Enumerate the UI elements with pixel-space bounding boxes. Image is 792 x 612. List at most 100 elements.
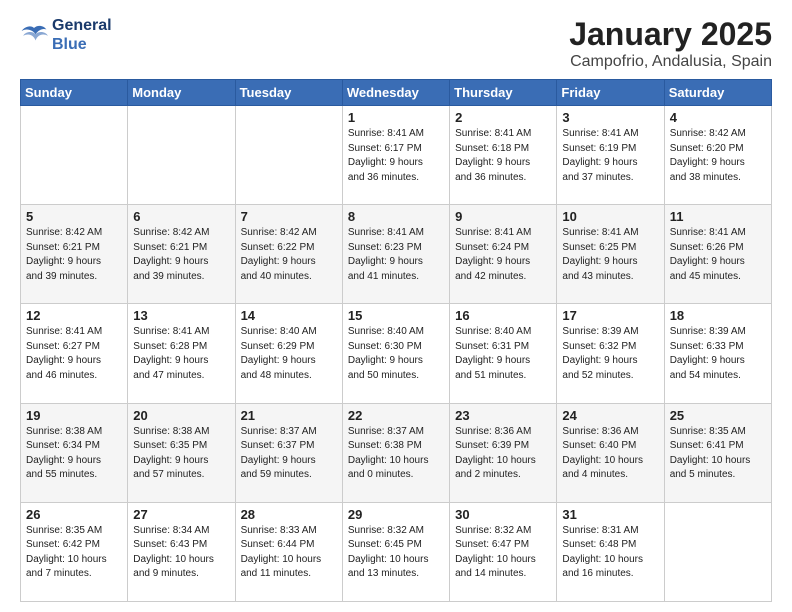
table-row: 31 Sunrise: 8:31 AMSunset: 6:48 PMDayligh… <box>557 502 664 601</box>
day-number: 2 <box>455 110 551 125</box>
day-info: Sunrise: 8:35 AMSunset: 6:41 PMDaylight:… <box>670 425 766 483</box>
day-info: Sunrise: 8:42 AMSunset: 6:22 PMDaylight:… <box>241 226 337 284</box>
table-row: 12 Sunrise: 8:41 AMSunset: 6:27 PMDayligh… <box>21 304 128 403</box>
day-number: 3 <box>562 110 658 125</box>
col-tuesday: Tuesday <box>235 80 342 106</box>
day-info: Sunrise: 8:42 AMSunset: 6:21 PMDaylight:… <box>133 226 229 284</box>
day-number: 4 <box>670 110 766 125</box>
day-info: Sunrise: 8:41 AMSunset: 6:24 PMDaylight:… <box>455 226 551 284</box>
day-number: 30 <box>455 507 551 522</box>
day-number: 18 <box>670 308 766 323</box>
day-info: Sunrise: 8:42 AMSunset: 6:21 PMDaylight:… <box>26 226 122 284</box>
calendar-table: Sunday Monday Tuesday Wednesday Thursday… <box>20 79 772 602</box>
table-row: 20 Sunrise: 8:38 AMSunset: 6:35 PMDayligh… <box>128 403 235 502</box>
day-number: 10 <box>562 209 658 224</box>
day-number: 27 <box>133 507 229 522</box>
day-number: 16 <box>455 308 551 323</box>
day-info: Sunrise: 8:38 AMSunset: 6:35 PMDaylight:… <box>133 425 229 483</box>
page: General Blue January 2025 Campofrio, And… <box>0 0 792 612</box>
day-info: Sunrise: 8:38 AMSunset: 6:34 PMDaylight:… <box>26 425 122 483</box>
table-row <box>128 106 235 205</box>
day-info: Sunrise: 8:42 AMSunset: 6:20 PMDaylight:… <box>670 127 766 185</box>
calendar-week-row: 19 Sunrise: 8:38 AMSunset: 6:34 PMDayligh… <box>21 403 772 502</box>
title-block: January 2025 Campofrio, Andalusia, Spain <box>569 16 772 71</box>
day-number: 15 <box>348 308 444 323</box>
day-number: 22 <box>348 408 444 423</box>
table-row: 6 Sunrise: 8:42 AMSunset: 6:21 PMDaylight… <box>128 205 235 304</box>
table-row: 13Sunrise: 8:41 AMSunset: 6:28 PMDayligh… <box>128 304 235 403</box>
table-row: 18 Sunrise: 8:39 AMSunset: 6:33 PMDayligh… <box>664 304 771 403</box>
header: General Blue January 2025 Campofrio, And… <box>20 16 772 71</box>
day-info: Sunrise: 8:41 AMSunset: 6:27 PMDaylight:… <box>26 325 122 383</box>
day-info: Sunrise: 8:31 AMSunset: 6:48 PMDaylight:… <box>562 524 658 582</box>
day-number: 13 <box>133 308 229 323</box>
day-number: 25 <box>670 408 766 423</box>
calendar-week-row: 26 Sunrise: 8:35 AMSunset: 6:42 PMDayligh… <box>21 502 772 601</box>
day-info: Sunrise: 8:34 AMSunset: 6:43 PMDaylight:… <box>133 524 229 582</box>
table-row: 9Sunrise: 8:41 AMSunset: 6:24 PMDaylight… <box>450 205 557 304</box>
calendar-week-row: 12 Sunrise: 8:41 AMSunset: 6:27 PMDayligh… <box>21 304 772 403</box>
day-info: Sunrise: 8:41 AMSunset: 6:17 PMDaylight:… <box>348 127 444 185</box>
day-info: Sunrise: 8:39 AMSunset: 6:33 PMDaylight:… <box>670 325 766 383</box>
day-number: 11 <box>670 209 766 224</box>
day-info: Sunrise: 8:37 AMSunset: 6:37 PMDaylight:… <box>241 425 337 483</box>
table-row: 17 Sunrise: 8:39 AMSunset: 6:32 PMDayligh… <box>557 304 664 403</box>
day-info: Sunrise: 8:39 AMSunset: 6:32 PMDaylight:… <box>562 325 658 383</box>
day-number: 31 <box>562 507 658 522</box>
day-number: 7 <box>241 209 337 224</box>
logo-text: General Blue <box>52 16 112 54</box>
day-info: Sunrise: 8:36 AMSunset: 6:39 PMDaylight:… <box>455 425 551 483</box>
table-row: 24 Sunrise: 8:36 AMSunset: 6:40 PMDayligh… <box>557 403 664 502</box>
table-row: 19 Sunrise: 8:38 AMSunset: 6:34 PMDayligh… <box>21 403 128 502</box>
table-row: 29Sunrise: 8:32 AMSunset: 6:45 PMDayligh… <box>342 502 449 601</box>
day-number: 6 <box>133 209 229 224</box>
col-saturday: Saturday <box>664 80 771 106</box>
day-number: 26 <box>26 507 122 522</box>
table-row: 16 Sunrise: 8:40 AMSunset: 6:31 PMDayligh… <box>450 304 557 403</box>
month-year-title: January 2025 <box>569 16 772 53</box>
table-row: 27 Sunrise: 8:34 AMSunset: 6:43 PMDayligh… <box>128 502 235 601</box>
day-info: Sunrise: 8:41 AMSunset: 6:18 PMDaylight:… <box>455 127 551 185</box>
table-row: 26 Sunrise: 8:35 AMSunset: 6:42 PMDayligh… <box>21 502 128 601</box>
calendar-week-row: 1Sunrise: 8:41 AMSunset: 6:17 PMDaylight… <box>21 106 772 205</box>
table-row: 11Sunrise: 8:41 AMSunset: 6:26 PMDayligh… <box>664 205 771 304</box>
table-row: 22 Sunrise: 8:37 AMSunset: 6:38 PMDayligh… <box>342 403 449 502</box>
col-monday: Monday <box>128 80 235 106</box>
table-row <box>21 106 128 205</box>
calendar-week-row: 5 Sunrise: 8:42 AMSunset: 6:21 PMDaylight… <box>21 205 772 304</box>
day-number: 28 <box>241 507 337 522</box>
col-sunday: Sunday <box>21 80 128 106</box>
day-number: 19 <box>26 408 122 423</box>
day-info: Sunrise: 8:33 AMSunset: 6:44 PMDaylight:… <box>241 524 337 582</box>
table-row: 7 Sunrise: 8:42 AMSunset: 6:22 PMDaylight… <box>235 205 342 304</box>
day-info: Sunrise: 8:37 AMSunset: 6:38 PMDaylight:… <box>348 425 444 483</box>
day-number: 21 <box>241 408 337 423</box>
day-number: 14 <box>241 308 337 323</box>
table-row: 4 Sunrise: 8:42 AMSunset: 6:20 PMDaylight… <box>664 106 771 205</box>
table-row: 15 Sunrise: 8:40 AMSunset: 6:30 PMDayligh… <box>342 304 449 403</box>
day-number: 23 <box>455 408 551 423</box>
table-row: 30Sunrise: 8:32 AMSunset: 6:47 PMDayligh… <box>450 502 557 601</box>
day-info: Sunrise: 8:36 AMSunset: 6:40 PMDaylight:… <box>562 425 658 483</box>
day-info: Sunrise: 8:40 AMSunset: 6:30 PMDaylight:… <box>348 325 444 383</box>
day-number: 24 <box>562 408 658 423</box>
table-row: 25 Sunrise: 8:35 AMSunset: 6:41 PMDayligh… <box>664 403 771 502</box>
col-wednesday: Wednesday <box>342 80 449 106</box>
day-number: 17 <box>562 308 658 323</box>
table-row: 21 Sunrise: 8:37 AMSunset: 6:37 PMDayligh… <box>235 403 342 502</box>
table-row: 10Sunrise: 8:41 AMSunset: 6:25 PMDayligh… <box>557 205 664 304</box>
table-row: 2 Sunrise: 8:41 AMSunset: 6:18 PMDaylight… <box>450 106 557 205</box>
day-info: Sunrise: 8:35 AMSunset: 6:42 PMDaylight:… <box>26 524 122 582</box>
day-number: 12 <box>26 308 122 323</box>
day-info: Sunrise: 8:32 AMSunset: 6:45 PMDaylight:… <box>348 524 444 582</box>
table-row: 8Sunrise: 8:41 AMSunset: 6:23 PMDaylight… <box>342 205 449 304</box>
day-number: 20 <box>133 408 229 423</box>
table-row: 5 Sunrise: 8:42 AMSunset: 6:21 PMDaylight… <box>21 205 128 304</box>
table-row <box>235 106 342 205</box>
logo-icon <box>20 23 48 47</box>
table-row: 3Sunrise: 8:41 AMSunset: 6:19 PMDaylight… <box>557 106 664 205</box>
day-number: 5 <box>26 209 122 224</box>
location-subtitle: Campofrio, Andalusia, Spain <box>569 53 772 71</box>
day-info: Sunrise: 8:40 AMSunset: 6:31 PMDaylight:… <box>455 325 551 383</box>
day-info: Sunrise: 8:41 AMSunset: 6:23 PMDaylight:… <box>348 226 444 284</box>
